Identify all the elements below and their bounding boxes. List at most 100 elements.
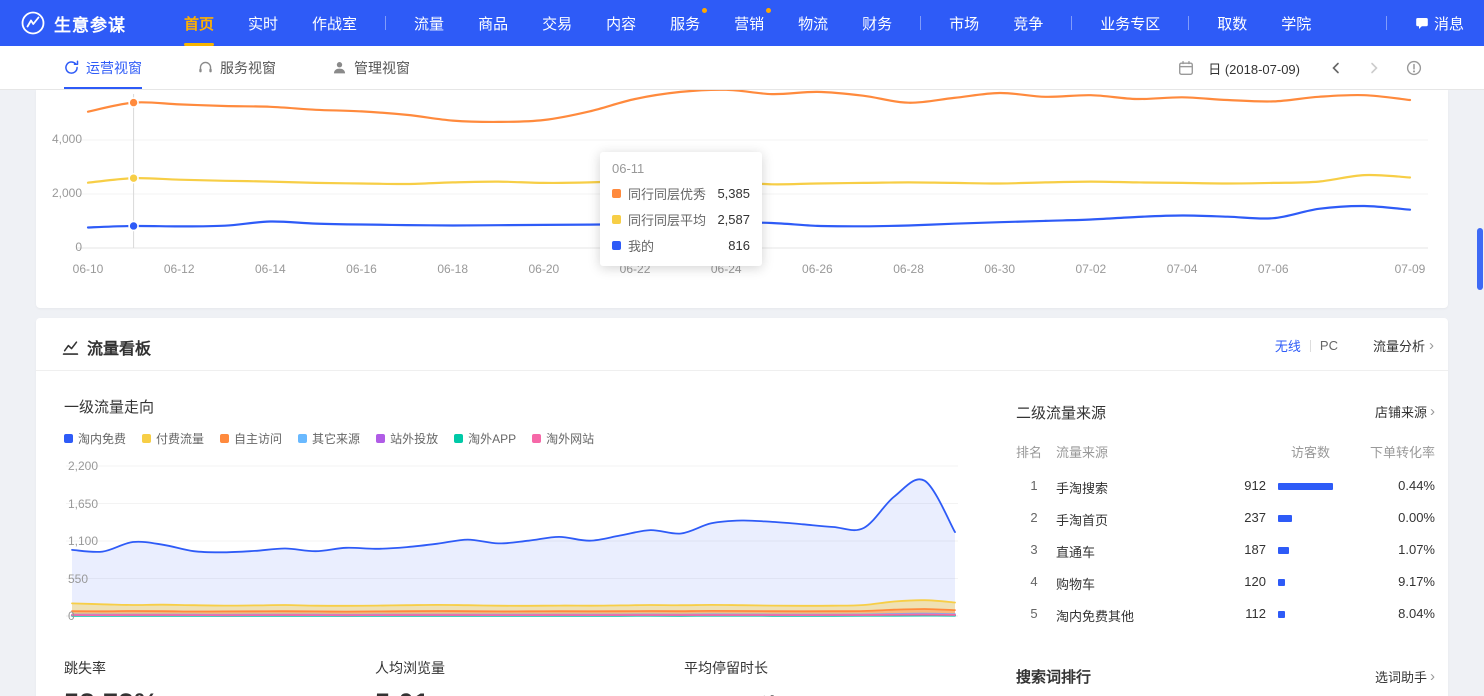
table-body: 1手淘搜索9120.44%2手淘首页2370.00%3直通车1871.07%4购… bbox=[1016, 470, 1436, 630]
nav-item-交易[interactable]: 交易 bbox=[542, 0, 572, 46]
legend-label: 付费流量 bbox=[156, 430, 204, 447]
source-cell[interactable]: 手淘搜索 bbox=[1056, 478, 1108, 497]
nav-item-首页[interactable]: 首页 bbox=[184, 0, 214, 46]
metric-跳失率: 跳失率58.73% bbox=[64, 658, 159, 696]
tab-管理视窗[interactable]: 管理视窗 bbox=[332, 46, 410, 89]
legend-item-淘外网站[interactable]: 淘外网站 bbox=[532, 430, 594, 447]
nav-item-竞争[interactable]: 竞争 bbox=[1013, 0, 1043, 46]
date-range-selector[interactable]: 日 (2018-07-09) bbox=[1208, 59, 1300, 78]
table-row: 2手淘首页2370.00% bbox=[1016, 502, 1436, 534]
tab-label: 运营视窗 bbox=[86, 58, 142, 78]
rank-cell: 4 bbox=[1016, 574, 1052, 589]
date-tools: 日 (2018-07-09) bbox=[1178, 46, 1428, 90]
y-tick-label: 0 bbox=[68, 609, 75, 623]
col-rate[interactable]: 下单转化率 bbox=[1335, 442, 1435, 461]
legend-swatch bbox=[376, 434, 385, 443]
next-day-button[interactable] bbox=[1362, 60, 1386, 76]
nav-item-实时[interactable]: 实时 bbox=[248, 0, 278, 46]
page-scrollbar[interactable] bbox=[1477, 228, 1483, 290]
nav-item-label: 实时 bbox=[248, 13, 278, 34]
nav-item-label: 取数 bbox=[1217, 13, 1247, 34]
metric-人均浏览量: 人均浏览量5.01 bbox=[375, 658, 445, 696]
nav-item-label: 竞争 bbox=[1013, 13, 1043, 34]
nav-item-作战室[interactable]: 作战室 bbox=[312, 0, 357, 46]
nav-item-财务[interactable]: 财务 bbox=[862, 0, 892, 46]
legend-item-其它来源[interactable]: 其它来源 bbox=[298, 430, 360, 447]
x-tick-label: 07-04 bbox=[1154, 262, 1210, 276]
nav-item-市场[interactable]: 市场 bbox=[949, 0, 979, 46]
tab-label: 服务视窗 bbox=[220, 58, 276, 78]
nav-group: 首页 实时 作战室 bbox=[184, 0, 357, 46]
y-tick-label: 1,650 bbox=[68, 497, 98, 511]
view-tabs: 运营视窗 服务视窗 管理视窗 bbox=[0, 46, 466, 89]
nav-item-label: 交易 bbox=[542, 13, 572, 34]
legend-item-淘内免费[interactable]: 淘内免费 bbox=[64, 430, 126, 447]
source-cell[interactable]: 购物车 bbox=[1056, 574, 1095, 593]
chart-legend: 淘内免费 付费流量自主访问 其它来源站外投放淘外APP 淘外网站 bbox=[64, 430, 594, 447]
nav-divider bbox=[920, 16, 921, 30]
legend-item-付费流量[interactable]: 付费流量 bbox=[142, 430, 204, 447]
nav-item-消息[interactable]: 消息 bbox=[1415, 0, 1464, 46]
nav-item-label: 学院 bbox=[1281, 13, 1311, 34]
source-cell[interactable]: 淘内免费其他 bbox=[1056, 606, 1134, 625]
nav-item-学院[interactable]: 学院 bbox=[1281, 0, 1311, 46]
nav-item-label: 营销 bbox=[734, 13, 764, 34]
legend-swatch bbox=[64, 434, 73, 443]
series-marker bbox=[612, 189, 621, 198]
nav-item-商品[interactable]: 商品 bbox=[478, 0, 508, 46]
metric-平均停留时长: 平均停留时长 17.48秒 bbox=[684, 658, 782, 696]
visitors-bar bbox=[1278, 611, 1285, 618]
calendar-icon[interactable] bbox=[1178, 60, 1194, 76]
sycm-logo-icon bbox=[20, 10, 46, 36]
shop-source-link[interactable]: 店铺来源 › bbox=[1375, 402, 1435, 421]
nav-group: 取数 学院 bbox=[1217, 0, 1311, 46]
nav-group: 业务专区 bbox=[1100, 0, 1160, 46]
source-cell[interactable]: 手淘首页 bbox=[1056, 510, 1108, 529]
brand[interactable]: 生意参谋 bbox=[20, 10, 126, 36]
visitors-bar bbox=[1278, 547, 1289, 554]
legend-item-站外投放[interactable]: 站外投放 bbox=[376, 430, 438, 447]
rank-cell: 1 bbox=[1016, 478, 1052, 493]
legend-item-自主访问[interactable]: 自主访问 bbox=[220, 430, 282, 447]
visitors-cell: 112 bbox=[1166, 606, 1266, 621]
y-tick-label: 2,000 bbox=[36, 186, 82, 200]
col-source[interactable]: 流量来源 bbox=[1056, 442, 1108, 461]
source-cell[interactable]: 直通车 bbox=[1056, 542, 1095, 561]
series-marker bbox=[612, 241, 621, 250]
legend-swatch bbox=[220, 434, 229, 443]
tab-服务视窗[interactable]: 服务视窗 bbox=[198, 46, 276, 89]
shop-source-label: 店铺来源 bbox=[1375, 402, 1427, 421]
x-tick-label: 06-16 bbox=[334, 262, 390, 276]
metric-label: 人均浏览量 bbox=[375, 658, 445, 678]
tooltip-series-label: 同行同层平均 bbox=[628, 210, 706, 229]
legend-label: 其它来源 bbox=[312, 430, 360, 447]
nav-item-label: 内容 bbox=[606, 13, 636, 34]
metric-value: 17.48秒 bbox=[684, 688, 782, 696]
nav-item-业务专区[interactable]: 业务专区 bbox=[1100, 0, 1160, 46]
nav-item-流量[interactable]: 流量 bbox=[414, 0, 444, 46]
benchmark-trend-card: 02,0004,000 06-1006-1206-1406-1606-1806-… bbox=[36, 90, 1448, 308]
y-tick-label: 550 bbox=[68, 572, 88, 586]
word-helper-link[interactable]: 选词助手 › bbox=[1375, 667, 1435, 686]
visitors-cell: 187 bbox=[1166, 542, 1266, 557]
col-rank[interactable]: 排名 bbox=[1016, 442, 1042, 461]
metric-label: 平均停留时长 bbox=[684, 658, 782, 678]
legend-item-淘外APP[interactable]: 淘外APP bbox=[454, 430, 516, 447]
rank-cell: 5 bbox=[1016, 606, 1052, 621]
visitors-cell: 912 bbox=[1166, 478, 1266, 493]
prev-day-button[interactable] bbox=[1324, 60, 1348, 76]
nav-item-内容[interactable]: 内容 bbox=[606, 0, 636, 46]
x-tick-label: 06-18 bbox=[425, 262, 481, 276]
tooltip-date: 06-11 bbox=[612, 161, 750, 176]
sync-icon bbox=[64, 60, 79, 75]
nav-item-物流[interactable]: 物流 bbox=[798, 0, 828, 46]
nav-item-服务[interactable]: 服务 bbox=[670, 0, 700, 46]
primary-traffic-chart[interactable] bbox=[36, 452, 996, 622]
info-icon[interactable] bbox=[1400, 58, 1428, 78]
nav-item-取数[interactable]: 取数 bbox=[1217, 0, 1247, 46]
tab-运营视窗[interactable]: 运营视窗 bbox=[64, 46, 142, 89]
col-visitors[interactable]: 访客数 bbox=[1230, 442, 1330, 461]
x-tick-label: 07-06 bbox=[1245, 262, 1301, 276]
nav-item-营销[interactable]: 营销 bbox=[734, 0, 764, 46]
tooltip-series-label: 同行同层优秀 bbox=[628, 184, 706, 203]
